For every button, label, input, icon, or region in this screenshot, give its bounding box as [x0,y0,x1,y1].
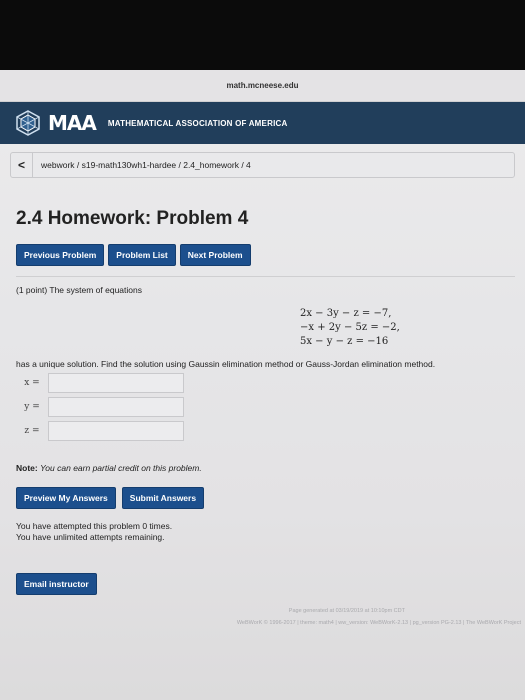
submit-answers-button[interactable]: Submit Answers [121,487,205,509]
partial-credit-note: Note: You can earn partial credit on thi… [16,463,525,473]
problem-question: has a unique solution. Find the solution… [16,359,436,369]
answer-row-z: z = [16,421,515,441]
note-prefix: Note: [16,463,38,473]
answer-input-x[interactable] [48,373,184,393]
attempts-count: You have attempted this problem 0 times. [16,521,173,531]
equation-system: 2x − 3y − z = −7, −x + 2y − 5z = −2, 5x … [300,307,515,349]
equation-1: 2x − 3y − z = −7, [300,308,392,319]
maa-logo-icon [16,110,40,136]
back-button[interactable]: < [11,153,33,177]
preview-answers-button[interactable]: Preview My Answers [16,487,116,509]
url-text: math.mcneese.edu [226,81,299,90]
answer-row-x: x = [16,373,515,393]
url-bar[interactable]: math.mcneese.edu [0,70,525,102]
answer-input-y[interactable] [48,397,184,417]
answer-input-z[interactable] [48,421,184,441]
next-problem-button[interactable]: Next Problem [179,244,251,266]
breadcrumb: < webwork / s19-math130wh1-hardee / 2.4_… [10,152,515,178]
previous-problem-button[interactable]: Previous Problem [16,244,105,266]
answer-label-z: z = [24,426,40,436]
footer-version: WeBWorK © 1996-2017 | theme: math4 | ww_… [236,620,521,626]
attempts-remaining: You have unlimited attempts remaining. [16,532,165,542]
breadcrumb-path[interactable]: webwork / s19-math130wh1-hardee / 2.4_ho… [41,160,251,170]
problem-list-button[interactable]: Problem List [108,244,176,266]
submit-actions: Preview My Answers Submit Answers [16,487,525,509]
attempts-info: You have attempted this problem 0 times.… [16,521,525,543]
answer-label-x: x = [24,378,40,388]
org-name: MATHEMATICAL ASSOCIATION OF AMERICA [107,118,288,128]
answer-label-y: y = [24,402,40,412]
note-text: You can earn partial credit on this prob… [40,463,202,473]
problem-nav: Previous Problem Problem List Next Probl… [16,244,525,266]
problem-intro: (1 point) The system of equations [16,285,142,295]
email-instructor-button[interactable]: Email instructor [16,573,97,595]
answer-row-y: y = [16,397,515,417]
maa-logo-text[interactable]: MAA [48,111,97,135]
equation-3: 5x − y − z = −16 [300,336,389,347]
browser-screen: math.mcneese.edu MAA MATHEMATICAL ASSOCI… [0,70,525,700]
equation-2: −x + 2y − 5z = −2, [300,322,400,333]
site-header: MAA MATHEMATICAL ASSOCIATION OF AMERICA [0,102,525,144]
footer-generated: Page generated at 03/19/2019 at 10:10pm … [288,608,405,614]
page-title: 2.4 Homework: Problem 4 [16,208,249,229]
problem-body: (1 point) The system of equations 2x − 3… [16,276,515,441]
